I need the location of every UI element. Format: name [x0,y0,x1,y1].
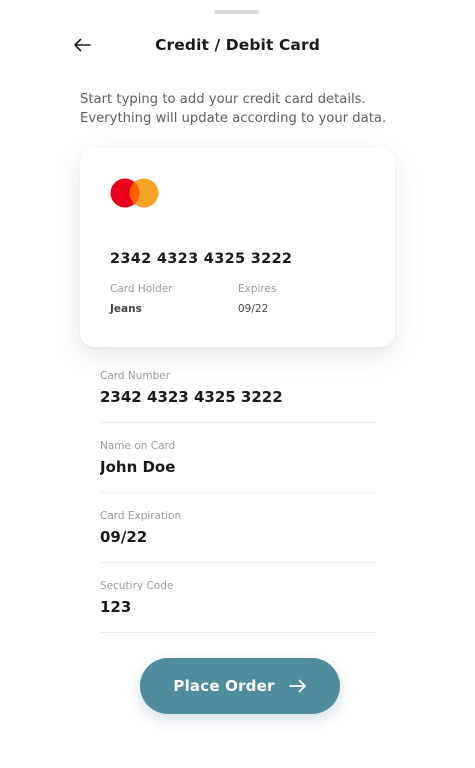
mastercard-logo-icon [110,177,160,209]
security-code-label: Secutiry Code [100,580,174,592]
instructions-text: Start typing to add your credit card det… [80,90,400,128]
security-code-field: Secutiry Code [100,580,376,633]
arrow-right-icon [288,679,307,693]
drag-handle[interactable] [214,10,259,14]
page-title: Credit / Debit Card [155,36,320,54]
expires-value: 09/22 [238,303,269,315]
name-on-card-field: Name on Card [100,440,376,493]
card-holder-label: Card Holder [110,283,173,295]
card-number-preview: 2342 4323 4325 3222 [110,251,293,267]
instructions-line-2: Everything will update according to your… [80,111,387,126]
card-number-input[interactable] [100,385,376,409]
security-code-input[interactable] [100,595,376,619]
card-preview: 2342 4323 4325 3222 Card Holder Expires … [80,148,395,347]
place-order-label: Place Order [173,677,275,695]
expires-label: Expires [238,283,277,295]
card-expiration-field: Card Expiration [100,510,376,563]
place-order-button[interactable]: Place Order [140,658,340,714]
card-expiration-label: Card Expiration [100,510,182,522]
card-number-field: Card Number [100,370,376,423]
card-expiration-input[interactable] [100,525,376,549]
name-on-card-label: Name on Card [100,440,176,452]
card-holder-value: Jeans [110,303,142,315]
card-number-label: Card Number [100,370,171,382]
name-on-card-input[interactable] [100,455,376,479]
instructions-line-1: Start typing to add your credit card det… [80,92,366,107]
header: Credit / Debit Card [0,30,475,62]
